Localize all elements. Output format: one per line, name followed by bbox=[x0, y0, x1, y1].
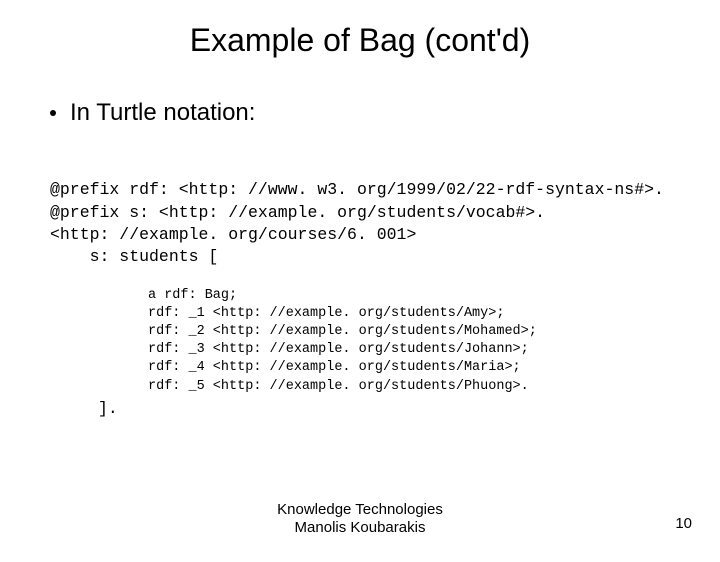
code-line: @prefix s: <http: //example. org/student… bbox=[50, 203, 545, 222]
code-close: ]. bbox=[98, 398, 720, 420]
code-block: @prefix rdf: <http: //www. w3. org/1999/… bbox=[50, 157, 720, 268]
code-line: rdf: _5 <http: //example. org/students/P… bbox=[148, 379, 529, 394]
code-line: rdf: _3 <http: //example. org/students/J… bbox=[148, 342, 529, 357]
footer-line: Knowledge Technologies bbox=[0, 501, 720, 520]
code-sub-block: a rdf: Bag; rdf: _1 <http: //example. or… bbox=[148, 268, 720, 396]
code-line: s: students [ bbox=[50, 247, 218, 266]
bullet-dot-icon bbox=[50, 110, 56, 116]
footer-line: Manolis Koubarakis bbox=[0, 519, 720, 538]
code-line: rdf: _2 <http: //example. org/students/M… bbox=[148, 324, 537, 339]
bullet-item: In Turtle notation: bbox=[50, 99, 720, 127]
code-line: rdf: _4 <http: //example. org/students/M… bbox=[148, 360, 521, 375]
page-number: 10 bbox=[675, 515, 692, 532]
slide-title: Example of Bag (cont'd) bbox=[0, 22, 720, 59]
code-line: @prefix rdf: <http: //www. w3. org/1999/… bbox=[50, 180, 664, 199]
code-line: rdf: _1 <http: //example. org/students/A… bbox=[148, 306, 504, 321]
code-line: <http: //example. org/courses/6. 001> bbox=[50, 225, 416, 244]
footer: Knowledge Technologies Manolis Koubaraki… bbox=[0, 501, 720, 539]
code-line: a rdf: Bag; bbox=[148, 288, 237, 303]
bullet-text: In Turtle notation: bbox=[70, 99, 255, 127]
